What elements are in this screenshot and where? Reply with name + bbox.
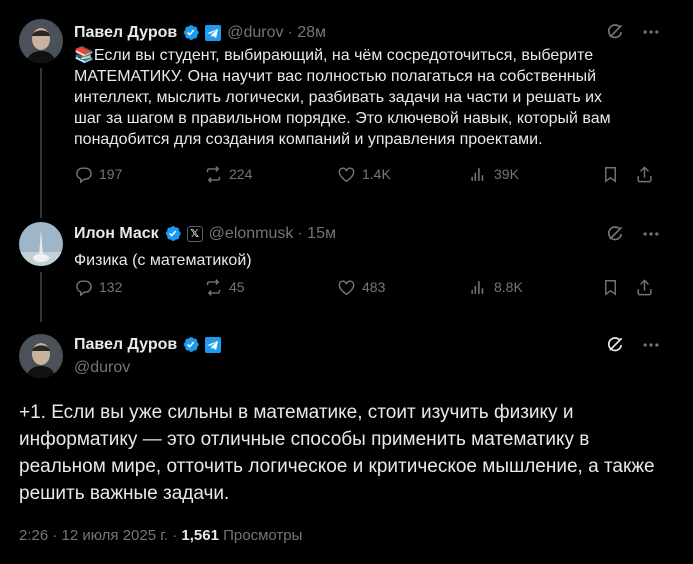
reply-count: 132 bbox=[99, 279, 123, 295]
views-count: 1,561 bbox=[181, 527, 219, 544]
timestamp[interactable]: · 28м bbox=[287, 24, 326, 42]
views-button[interactable]: 8.8K bbox=[469, 278, 523, 297]
like-button[interactable]: 483 bbox=[337, 278, 385, 297]
author-name[interactable]: Илон Маск bbox=[74, 225, 159, 243]
tweet-text: Физика (с математикой) bbox=[74, 252, 252, 269]
verified-badge-icon[interactable] bbox=[163, 224, 182, 243]
grok-icon[interactable] bbox=[605, 224, 625, 244]
reply-icon bbox=[74, 278, 93, 297]
reply-button[interactable]: 197 bbox=[74, 165, 122, 184]
timestamp[interactable]: 2:26 · 12 июля 2025 г. · bbox=[19, 527, 177, 544]
thread-line bbox=[40, 68, 42, 218]
grok-icon[interactable] bbox=[605, 22, 625, 42]
like-button[interactable]: 1.4K bbox=[337, 165, 391, 184]
author-handle[interactable]: @durov bbox=[227, 24, 283, 42]
reply-icon bbox=[74, 165, 93, 184]
telegram-icon bbox=[205, 25, 221, 41]
bookmark-button[interactable] bbox=[601, 165, 620, 184]
author-handle[interactable]: @elonmusk bbox=[209, 225, 294, 243]
bookmark-button[interactable] bbox=[601, 278, 620, 297]
repost-count: 224 bbox=[229, 166, 253, 182]
tweet-text: 📚Если вы студент, выбирающий, на чём сос… bbox=[74, 47, 611, 148]
like-icon bbox=[337, 278, 356, 297]
share-button[interactable] bbox=[635, 165, 654, 184]
like-count: 483 bbox=[362, 279, 386, 295]
author-name[interactable]: Павел Дуров bbox=[74, 336, 177, 354]
tweet-durov-main[interactable]: Павел Дуров @durov +1. Если вы уже сильн… bbox=[0, 320, 693, 564]
views-count: 8.8K bbox=[494, 279, 523, 295]
views-icon bbox=[469, 278, 488, 297]
more-icon[interactable] bbox=[641, 224, 661, 244]
grok-icon[interactable] bbox=[605, 335, 625, 355]
reply-count: 197 bbox=[99, 166, 123, 182]
bookmark-icon bbox=[601, 278, 620, 297]
tweet-musk-reply[interactable]: Илон Маск 𝕏 @elonmusk · 15м Физика (с ма… bbox=[0, 210, 693, 322]
share-icon bbox=[635, 278, 654, 297]
avatar[interactable] bbox=[19, 334, 63, 378]
repost-button[interactable]: 45 bbox=[204, 278, 245, 297]
views-label: Просмотры bbox=[223, 527, 303, 544]
tweet-meta: 2:26 · 12 июля 2025 г. · 1,561 Просмотры bbox=[19, 527, 302, 544]
more-icon[interactable] bbox=[641, 22, 661, 42]
author-handle[interactable]: @durov bbox=[74, 359, 130, 377]
share-button[interactable] bbox=[635, 278, 654, 297]
telegram-icon bbox=[205, 337, 221, 353]
verified-badge-icon[interactable] bbox=[181, 335, 200, 354]
bookmark-icon bbox=[601, 165, 620, 184]
x-logo-icon: 𝕏 bbox=[186, 225, 203, 242]
views-button[interactable]: 39K bbox=[469, 165, 519, 184]
tweet-text: +1. Если вы уже сильны в математике, сто… bbox=[19, 402, 655, 504]
repost-button[interactable]: 224 bbox=[204, 165, 252, 184]
repost-icon bbox=[204, 165, 223, 184]
repost-icon bbox=[204, 278, 223, 297]
thread-line bbox=[40, 272, 42, 322]
tweet-durov-1[interactable]: Павел Дуров @durov · 28м 📚Если вы студен… bbox=[0, 0, 693, 218]
reply-button[interactable]: 132 bbox=[74, 278, 122, 297]
timestamp[interactable]: · 15м bbox=[297, 225, 336, 243]
like-count: 1.4K bbox=[362, 166, 391, 182]
share-icon bbox=[635, 165, 654, 184]
views-count: 39K bbox=[494, 166, 519, 182]
avatar[interactable] bbox=[19, 222, 63, 266]
repost-count: 45 bbox=[229, 279, 245, 295]
avatar[interactable] bbox=[19, 19, 63, 63]
views-icon bbox=[469, 165, 488, 184]
author-name[interactable]: Павел Дуров bbox=[74, 24, 177, 42]
verified-badge-icon[interactable] bbox=[181, 23, 200, 42]
more-icon[interactable] bbox=[641, 335, 661, 355]
like-icon bbox=[337, 165, 356, 184]
